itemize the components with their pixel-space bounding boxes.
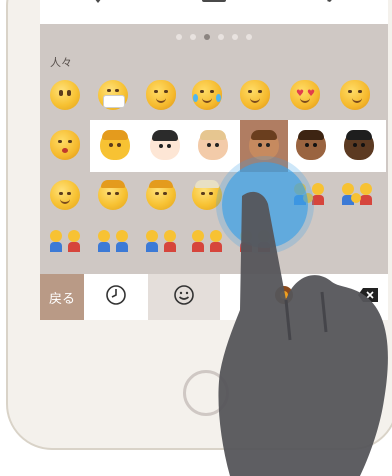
category-label: 人々 [50,56,72,69]
person-light-tone-emoji[interactable] [150,130,180,160]
family-emoji[interactable] [190,228,226,256]
heart-eyes-cat-emoji[interactable]: ♥ ♥ [290,80,320,110]
grinning-cat-emoji[interactable] [240,80,270,110]
flower-icon [273,284,295,310]
location-pin-icon[interactable] [81,0,115,7]
camera-icon[interactable] [197,0,231,7]
person-default-tone-emoji[interactable] [100,130,130,160]
mask-face-emoji[interactable] [98,80,128,110]
toolbar [40,0,388,25]
person-medium-dark-tone-emoji[interactable] [296,130,326,160]
recent-tab[interactable] [84,274,148,320]
family-emoji[interactable] [96,228,132,256]
skin-tone-picker [90,120,386,172]
smirk-cat-emoji[interactable] [340,80,370,110]
touch-ripple [222,162,308,248]
screen: 人々 ♥ ♥ 戻る [40,0,388,320]
boy-emoji[interactable] [98,180,128,210]
person-dark-tone-emoji[interactable] [344,130,374,160]
family-emoji[interactable] [340,181,376,209]
phone-frame: 人々 ♥ ♥ 戻る [6,0,392,450]
person-medium-light-tone-emoji[interactable] [198,130,228,160]
family-emoji[interactable] [144,228,180,256]
page-dot-active [204,34,210,40]
page-dot [246,34,252,40]
page-dot [218,34,224,40]
compose-icon[interactable] [313,0,347,7]
smiling-cat-emoji[interactable] [146,80,176,110]
clock-icon [105,284,127,310]
back-key[interactable]: 戻る [40,274,84,320]
nature-tab[interactable] [220,274,348,320]
emoji-keyboard: 人々 ♥ ♥ 戻る [40,24,388,320]
delete-key[interactable] [348,274,388,320]
cat-tears-of-joy-emoji[interactable] [192,80,222,110]
no-mouth-face-emoji[interactable] [50,80,80,110]
delete-icon [357,287,379,307]
page-indicator[interactable] [40,34,388,40]
page-dot [190,34,196,40]
person-medium-tone-emoji[interactable] [249,130,279,160]
page-dot [176,34,182,40]
family-emoji[interactable] [48,228,84,256]
baby-emoji[interactable] [50,180,80,210]
keyboard-bottom-bar: 戻る [40,274,388,320]
kissing-cat-emoji[interactable] [50,130,80,160]
man-emoji[interactable] [146,180,176,210]
page-dot [232,34,238,40]
home-button[interactable] [183,370,229,416]
older-man-emoji[interactable] [192,180,222,210]
smileys-tab[interactable] [148,274,220,320]
smiley-icon [173,284,195,310]
